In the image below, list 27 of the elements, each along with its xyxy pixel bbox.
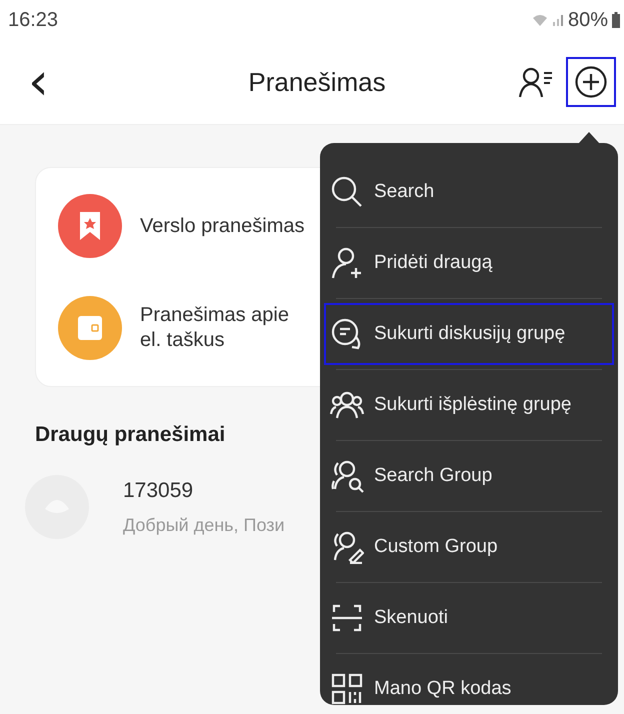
status-time: 16:23 bbox=[8, 8, 58, 32]
wifi-icon bbox=[532, 13, 548, 27]
search-icon bbox=[330, 175, 364, 209]
message-preview: Добрый день, Пози bbox=[123, 514, 285, 536]
add-friend-icon bbox=[330, 246, 364, 280]
menu-item[interactable]: Custom Group bbox=[324, 516, 614, 578]
conversation-name[interactable]: 173059 bbox=[123, 478, 285, 502]
category-label[interactable]: Verslo pranešimas bbox=[140, 214, 305, 238]
menu-item[interactable]: Sukurti diskusijų grupę bbox=[324, 303, 614, 365]
contacts-icon[interactable] bbox=[518, 66, 554, 98]
add-button[interactable] bbox=[566, 57, 616, 107]
menu-item[interactable]: Pridėti draugą bbox=[324, 232, 614, 294]
back-button[interactable]: ‹ bbox=[18, 56, 59, 108]
menu-item[interactable]: Sukurti išplėstinę grupę bbox=[324, 374, 614, 436]
menu-item[interactable]: Mano QR kodas bbox=[324, 658, 614, 714]
battery-icon bbox=[612, 12, 620, 28]
battery-level: 80% bbox=[568, 8, 608, 32]
group-search-icon bbox=[330, 459, 364, 493]
section-title: Draugų pranešimai bbox=[35, 423, 226, 447]
qr-icon bbox=[330, 672, 364, 706]
signal-icon bbox=[552, 13, 564, 27]
menu-item[interactable]: Search bbox=[324, 161, 614, 223]
menu-item[interactable]: Search Group bbox=[324, 445, 614, 507]
category-label[interactable]: Pranešimas apie el. taškus bbox=[140, 303, 305, 353]
bookmark-icon[interactable] bbox=[58, 194, 122, 258]
menu-item[interactable]: Skenuoti bbox=[324, 587, 614, 649]
page-title: Pranešimas bbox=[248, 66, 386, 98]
